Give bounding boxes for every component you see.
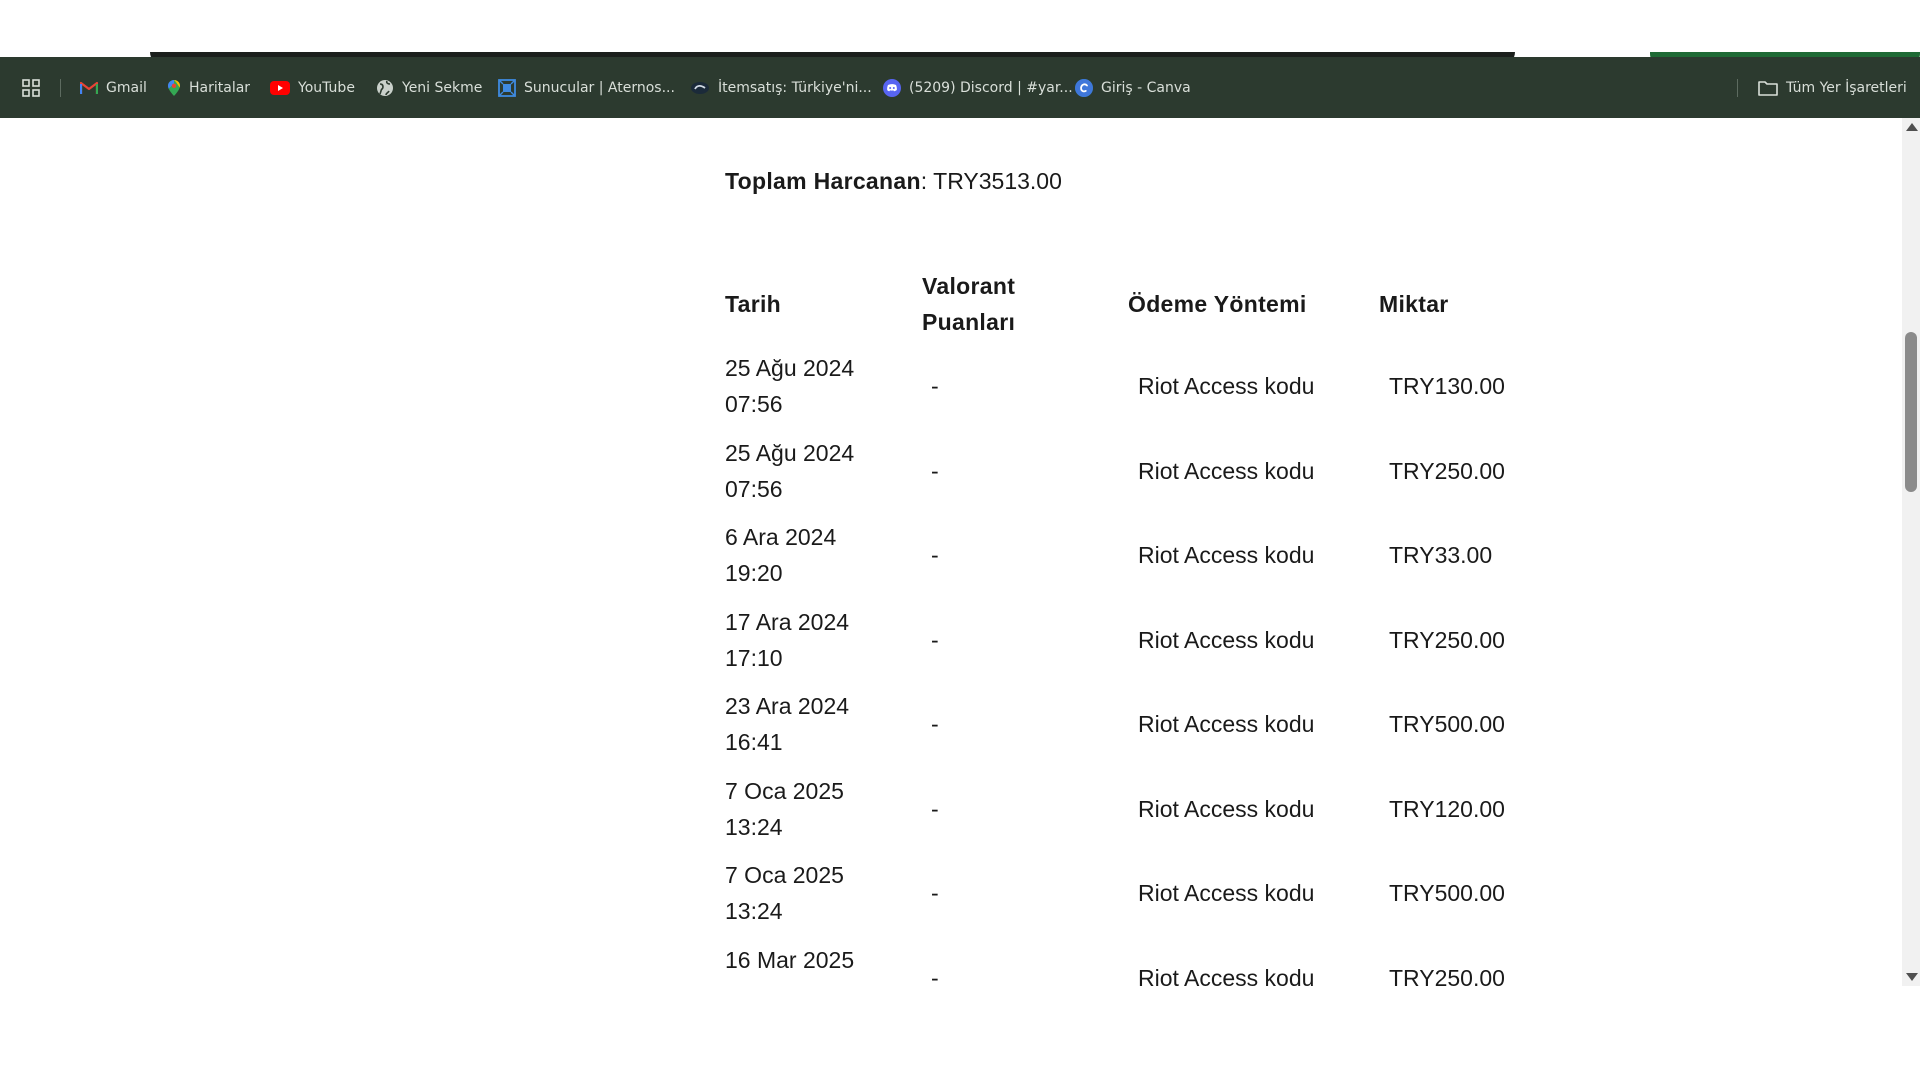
column-header-payment-method: Ödeme Yöntemi [1128,291,1307,317]
bookmark-youtube[interactable]: YouTube [270,57,355,118]
bookmark-label: İtemsatış: Türkiye'ni... [718,79,872,96]
row-amount: TRY250.00 [1389,964,1505,987]
bookmark-label: (5209) Discord | #yar... [909,79,1073,96]
discord-icon [883,78,901,97]
row-time: 14:20 [725,978,885,987]
row-time: 16:41 [725,729,783,755]
bookmark-aternos[interactable]: Sunucular | Aternos... [498,57,675,118]
row-date-cell: 17 Ara 2024 17:10 [725,604,885,676]
aternos-icon [498,78,516,97]
row-valorant-points: - [931,626,939,653]
row-payment-method: Riot Access kodu [1138,457,1315,484]
row-date: 7 Oca 2025 [725,862,844,888]
bookmark-label: Sunucular | Aternos... [524,79,675,96]
column-header-vp-line1: Valorant [922,273,1016,299]
row-time: 13:24 [725,898,783,924]
row-date-cell: 7 Oca 2025 13:24 [725,773,885,845]
bookmarks-divider [60,79,61,97]
column-header-valorant-points: Valorant Puanları [922,268,1015,340]
row-date: 7 Oca 2025 [725,777,844,804]
bookmark-label: Yeni Sekme [402,79,483,96]
row-time: 07:56 [725,391,783,417]
row-payment-method: Riot Access kodu [1138,711,1315,737]
row-date-cell: 16 Mar 2025 14:20 [725,942,885,987]
bookmark-haritalar[interactable]: Haritalar [167,57,250,118]
bookmark-label: Giriş - Canva [1101,79,1191,96]
total-spent: Toplam Harcanan: TRY3513.00 [725,168,1062,195]
row-date: 25 Ağu 2024 [725,439,855,466]
bookmark-itemsatis[interactable]: İtemsatış: Türkiye'ni... [690,57,872,118]
row-amount: TRY500.00 [1389,711,1505,737]
row-payment-method: Riot Access kodu [1138,795,1315,822]
scroll-up-arrow-icon[interactable] [1906,123,1918,131]
bottom-blank-area [0,986,1920,1080]
row-valorant-points: - [931,373,939,399]
bookmark-label: YouTube [298,79,355,96]
bookmark-label: Haritalar [189,79,251,96]
bookmark-discord[interactable]: (5209) Discord | #yar... [883,57,1073,118]
row-valorant-points: - [931,457,939,484]
row-amount: TRY130.00 [1389,373,1505,399]
bookmark-yeni-sekme[interactable]: Yeni Sekme [376,57,482,118]
page-content: Toplam Harcanan: TRY3513.00 Tarih Valora… [0,118,1902,986]
itemsatis-icon [691,81,709,94]
bookmarks-bar: Gmail Haritalar YouTube Yeni Sekme Sunuc… [0,57,1920,118]
row-payment-method: Riot Access kodu [1138,880,1315,906]
folder-icon [1758,80,1778,96]
row-valorant-points: - [931,795,939,822]
bookmark-gmail[interactable]: Gmail [80,57,147,118]
vertical-scrollbar[interactable] [1902,118,1920,986]
row-date-cell: 25 Ağu 2024 07:56 [725,435,885,507]
row-date: 25 Ağu 2024 [725,355,855,381]
row-time: 07:56 [725,475,783,502]
row-date: 17 Ara 2024 [725,608,850,635]
row-date-cell: 6 Ara 2024 19:20 [725,519,885,591]
row-amount: TRY120.00 [1389,795,1505,822]
maps-pin-icon [168,79,180,96]
row-date: 6 Ara 2024 [725,524,837,550]
row-amount: TRY250.00 [1389,457,1505,484]
row-amount: TRY250.00 [1389,626,1505,653]
youtube-icon [270,80,290,95]
column-header-amount: Miktar [1379,291,1449,317]
row-amount: TRY33.00 [1389,542,1493,568]
row-date-cell: 7 Oca 2025 13:24 [725,857,885,929]
all-bookmarks-label: Tüm Yer İşaretleri [1786,79,1907,96]
row-valorant-points: - [931,964,939,987]
row-time: 17:10 [725,644,783,671]
row-valorant-points: - [931,880,939,906]
column-header-vp-line2: Puanları [922,309,1016,335]
row-time: 19:20 [725,560,783,586]
row-payment-method: Riot Access kodu [1138,373,1315,399]
scrollbar-thumb[interactable] [1905,332,1917,492]
all-bookmarks-button[interactable]: Tüm Yer İşaretleri [1758,57,1907,118]
bookmark-label: Gmail [106,79,147,96]
gmail-icon [80,81,98,94]
row-amount: TRY500.00 [1389,880,1505,906]
bookmarks-divider [1737,79,1738,97]
canva-icon [1075,78,1093,97]
browser-top-area [0,0,1920,57]
row-payment-method: Riot Access kodu [1138,542,1315,568]
apps-grid-icon [22,78,40,97]
scroll-down-arrow-icon[interactable] [1906,973,1918,981]
row-valorant-points: - [931,542,939,568]
column-header-date: Tarih [725,291,782,317]
row-time: 13:24 [725,813,783,840]
row-date-cell: 23 Ara 2024 16:41 [725,688,885,760]
apps-grid-button[interactable] [22,57,40,118]
row-payment-method: Riot Access kodu [1138,626,1315,653]
globe-icon [377,79,393,96]
total-spent-label: Toplam Harcanan [725,168,921,194]
row-valorant-points: - [931,711,939,737]
row-date-cell: 25 Ağu 2024 07:56 [725,350,885,422]
row-payment-method: Riot Access kodu [1138,964,1315,987]
row-date: 23 Ara 2024 [725,693,850,719]
row-date: 16 Mar 2025 [725,946,855,973]
bookmark-canva[interactable]: Giriş - Canva [1075,57,1191,118]
total-spent-value: : TRY3513.00 [920,168,1062,194]
